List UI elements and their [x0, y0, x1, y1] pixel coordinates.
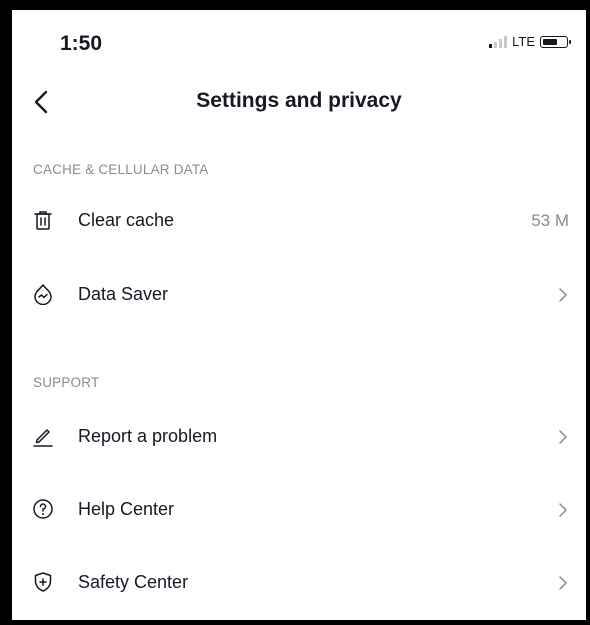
- signal-icon: [489, 35, 508, 48]
- network-type: LTE: [512, 34, 535, 49]
- section-header-support: SUPPORT: [33, 375, 100, 390]
- section-header-cache: CACHE & CELLULAR DATA: [33, 162, 209, 177]
- help-center-row[interactable]: Help Center: [12, 482, 586, 538]
- chevron-right-icon: [559, 430, 567, 444]
- status-bar: 1:50 LTE: [12, 10, 586, 80]
- report-problem-row[interactable]: Report a problem: [12, 409, 586, 465]
- safety-center-label: Safety Center: [78, 572, 189, 592]
- data-saver-row[interactable]: Data Saver: [12, 267, 586, 323]
- report-problem-label: Report a problem: [78, 426, 218, 446]
- data-saver-label: Data Saver: [78, 284, 169, 304]
- help-center-label: Help Center: [78, 499, 175, 519]
- page-title: Settings and privacy: [196, 89, 402, 112]
- trash-icon: [34, 211, 52, 230]
- status-indicators: LTE: [489, 34, 571, 49]
- safety-center-row[interactable]: Safety Center: [12, 555, 586, 611]
- status-time: 1:50: [60, 32, 103, 55]
- settings-screen: 1:50 LTE Settings and privacy CACHE & CE…: [12, 10, 586, 620]
- pencil-icon: [33, 429, 53, 447]
- chevron-right-icon: [559, 503, 567, 517]
- clear-cache-label: Clear cache: [78, 210, 175, 230]
- clear-cache-row[interactable]: Clear cache 53 M: [12, 193, 586, 249]
- nav-bar: Settings and privacy: [12, 80, 586, 124]
- shield-icon: [34, 572, 52, 592]
- data-saver-icon: [34, 284, 52, 305]
- chevron-right-icon: [559, 576, 567, 590]
- cache-size-value: 53 M: [531, 211, 569, 230]
- help-icon: [33, 499, 53, 519]
- chevron-right-icon: [559, 288, 567, 302]
- battery-icon: [540, 35, 571, 48]
